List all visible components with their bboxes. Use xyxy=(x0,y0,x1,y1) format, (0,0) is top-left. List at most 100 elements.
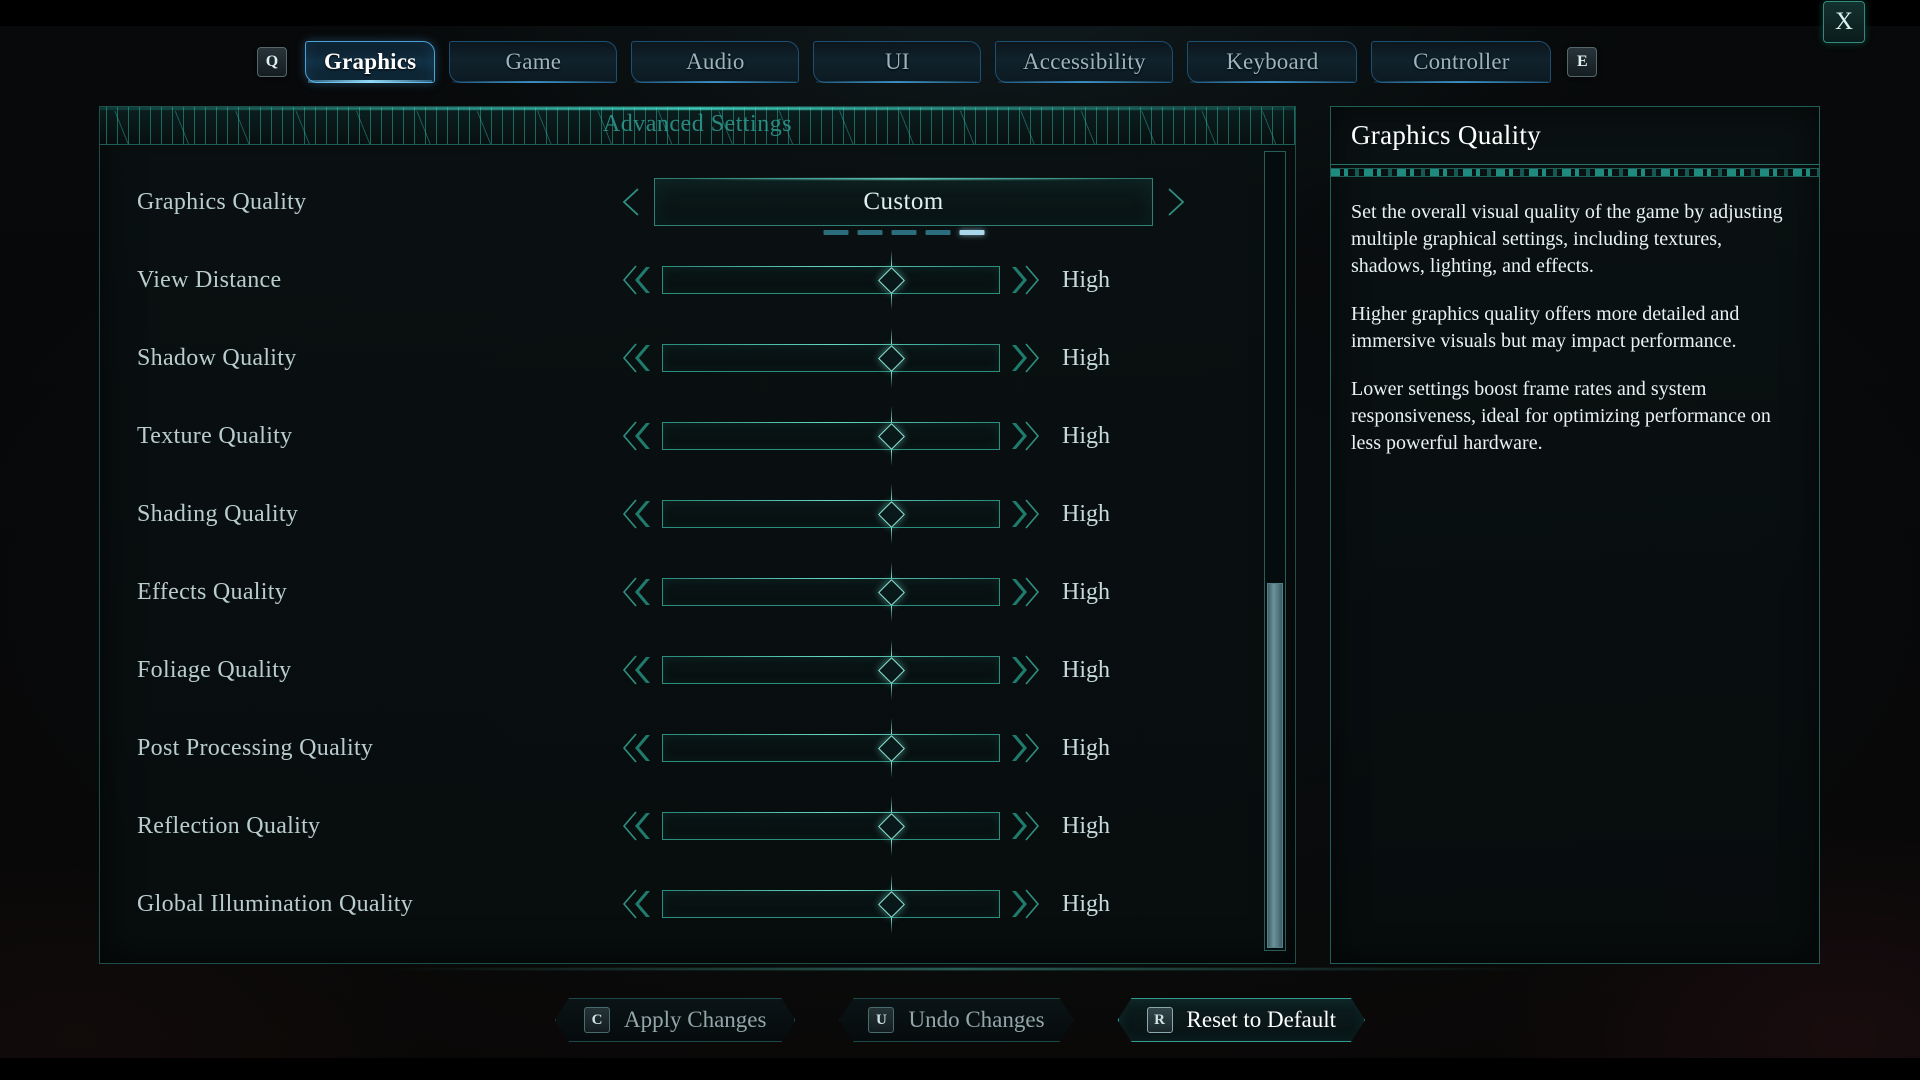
slider-decrease-icon[interactable] xyxy=(620,260,662,300)
slider-increase-icon[interactable] xyxy=(1000,884,1042,924)
next-tab-key-hint[interactable]: E xyxy=(1567,47,1598,77)
button-label: Reset to Default xyxy=(1186,1007,1336,1032)
slider-track[interactable] xyxy=(662,562,1000,622)
info-panel-divider xyxy=(1331,168,1819,177)
dropdown-control: Custom xyxy=(620,178,1187,235)
slider-handle[interactable] xyxy=(878,328,905,388)
scrollbar[interactable] xyxy=(1264,151,1286,951)
slider-track[interactable] xyxy=(662,250,1000,310)
slider-increase-icon[interactable] xyxy=(1000,572,1042,612)
setting-label: View Distance xyxy=(137,266,282,293)
slider-value: High xyxy=(1062,656,1110,683)
scrollbar-thumb[interactable] xyxy=(1267,582,1283,948)
top-letterbox xyxy=(0,0,1920,26)
setting-row-graphics-quality: Graphics Quality Custom xyxy=(100,163,1250,241)
setting-label: Foliage Quality xyxy=(137,656,292,683)
prev-tab-key-hint[interactable]: Q xyxy=(257,47,287,77)
slider-decrease-icon[interactable] xyxy=(620,572,662,612)
slider-control: High xyxy=(620,640,1182,700)
slider-handle[interactable] xyxy=(878,406,905,466)
slider-increase-icon[interactable] xyxy=(1000,806,1042,846)
setting-label: Effects Quality xyxy=(137,578,288,605)
slider-increase-icon[interactable] xyxy=(1000,260,1042,300)
slider-control: High xyxy=(620,562,1182,622)
tab-game[interactable]: Game xyxy=(449,41,618,83)
slider-increase-icon[interactable] xyxy=(1000,338,1042,378)
slider-track[interactable] xyxy=(662,406,1000,466)
tab-controller[interactable]: Controller xyxy=(1371,41,1552,83)
setting-row-post-processing-quality: Post Processing Quality High xyxy=(100,709,1250,787)
slider-value: High xyxy=(1062,266,1110,293)
slider-track[interactable] xyxy=(662,718,1000,778)
slider-handle[interactable] xyxy=(878,640,905,700)
dropdown-step-indicator xyxy=(823,230,984,235)
slider-handle[interactable] xyxy=(878,562,905,622)
info-paragraph: Higher graphics quality offers more deta… xyxy=(1351,303,1740,352)
slider-track[interactable] xyxy=(662,874,1000,934)
slider-increase-icon[interactable] xyxy=(1000,416,1042,456)
dropdown-value-box[interactable]: Custom xyxy=(654,178,1153,235)
action-bar: C Apply Changes U Undo Changes R Reset to Def… xyxy=(0,990,1920,1050)
slider-value: High xyxy=(1062,344,1110,371)
setting-label: Texture Quality xyxy=(137,422,293,449)
slider-handle[interactable] xyxy=(878,796,905,856)
slider-increase-icon[interactable] xyxy=(1000,494,1042,534)
slider-handle[interactable] xyxy=(878,484,905,544)
chevron-left-icon[interactable] xyxy=(620,187,642,217)
setting-label: Shadow Quality xyxy=(137,344,297,371)
slider-decrease-icon[interactable] xyxy=(620,416,662,456)
apply-changes-button[interactable]: C Apply Changes xyxy=(555,998,795,1042)
close-button[interactable]: X xyxy=(1823,1,1865,43)
tab-ui[interactable]: UI xyxy=(813,41,982,83)
info-paragraph: Lower settings boost frame rates and sys… xyxy=(1351,378,1771,454)
key-hint: U xyxy=(868,1007,894,1033)
slider-track[interactable] xyxy=(662,484,1000,544)
settings-panel: Advanced Settings Graphics Quality Custom… xyxy=(99,106,1296,964)
slider-handle[interactable] xyxy=(878,718,905,778)
chevron-right-icon[interactable] xyxy=(1165,187,1187,217)
info-panel: Graphics Quality Set the overall visual … xyxy=(1330,106,1820,964)
step-dot xyxy=(891,230,916,235)
slider-control: High xyxy=(620,718,1182,778)
step-dot xyxy=(823,230,848,235)
key-hint: C xyxy=(584,1007,610,1033)
tab-graphics[interactable]: Graphics xyxy=(305,41,436,83)
slider-value: High xyxy=(1062,422,1110,449)
panel-title: Advanced Settings xyxy=(602,111,793,137)
tab-keyboard[interactable]: Keyboard xyxy=(1187,41,1358,83)
slider-value: High xyxy=(1062,500,1110,527)
tab-list: Graphics Game Audio UI Accessibility Keyboard… xyxy=(305,41,1552,83)
slider-increase-icon[interactable] xyxy=(1000,728,1042,768)
setting-label: Global Illumination Quality xyxy=(137,890,414,917)
button-label: Apply Changes xyxy=(623,1007,767,1032)
slider-track[interactable] xyxy=(662,328,1000,388)
setting-row-view-distance: View Distance High xyxy=(100,241,1250,319)
undo-changes-button[interactable]: U Undo Changes xyxy=(839,998,1073,1042)
setting-label: Post Processing Quality xyxy=(137,734,374,761)
slider-value: High xyxy=(1062,890,1110,917)
setting-row-reflection-quality: Reflection Quality High xyxy=(100,787,1250,865)
reset-to-default-button[interactable]: R Reset to Default xyxy=(1118,998,1365,1042)
slider-control: High xyxy=(620,874,1182,934)
bottom-divider-glow xyxy=(380,968,1540,970)
setting-row-global-illumination-quality: Global Illumination Quality High xyxy=(100,865,1250,943)
slider-increase-icon[interactable] xyxy=(1000,650,1042,690)
slider-track[interactable] xyxy=(662,796,1000,856)
slider-handle[interactable] xyxy=(878,874,905,934)
bottom-letterbox xyxy=(0,1058,1920,1080)
slider-control: High xyxy=(620,328,1182,388)
slider-track[interactable] xyxy=(662,640,1000,700)
slider-decrease-icon[interactable] xyxy=(620,494,662,534)
setting-label: Graphics Quality xyxy=(137,188,307,215)
tab-accessibility[interactable]: Accessibility xyxy=(995,41,1174,83)
setting-row-foliage-quality: Foliage Quality High xyxy=(100,631,1250,709)
step-dot xyxy=(925,230,950,235)
slider-decrease-icon[interactable] xyxy=(620,650,662,690)
slider-decrease-icon[interactable] xyxy=(620,728,662,768)
settings-tab-bar: Q Graphics Game Audio UI Accessibility Keyboa… xyxy=(0,33,1920,91)
slider-decrease-icon[interactable] xyxy=(620,806,662,846)
tab-audio[interactable]: Audio xyxy=(631,41,800,83)
slider-handle[interactable] xyxy=(878,250,905,310)
slider-decrease-icon[interactable] xyxy=(620,884,662,924)
slider-decrease-icon[interactable] xyxy=(620,338,662,378)
